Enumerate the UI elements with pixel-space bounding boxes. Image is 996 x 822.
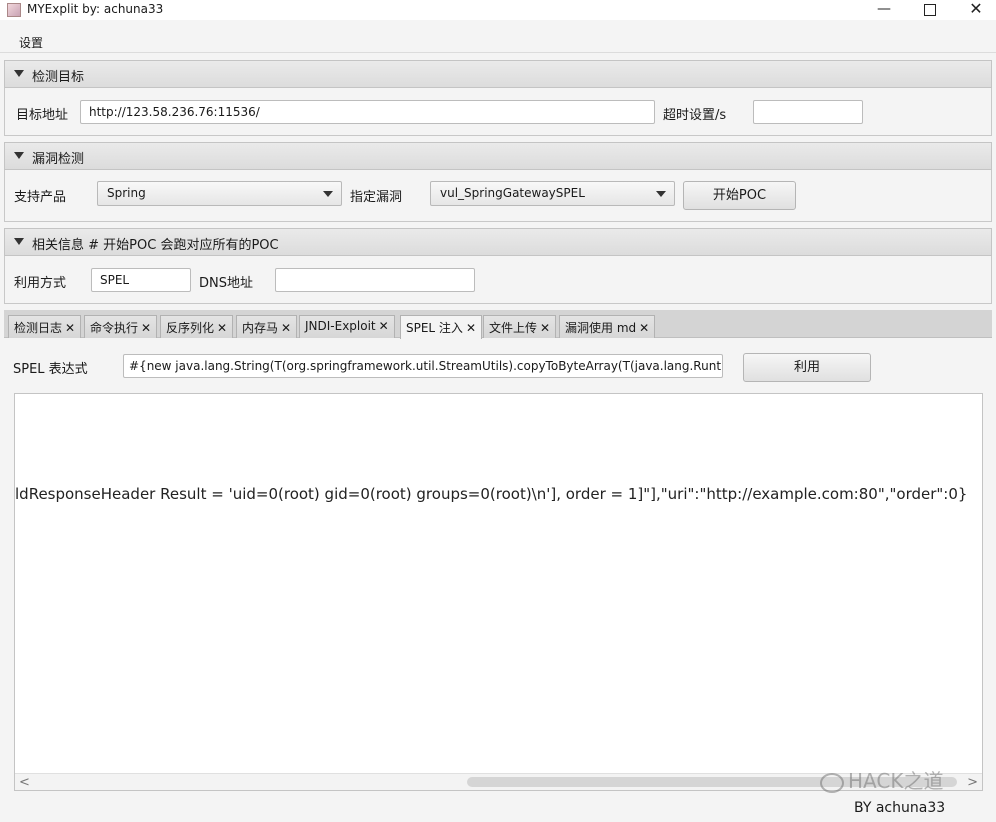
method-label: 利用方式 — [14, 276, 67, 291]
url-label: 目标地址 — [16, 108, 69, 123]
target-pane-header[interactable]: 检测目标 — [4, 60, 992, 88]
close-icon[interactable]: ✕ — [540, 321, 550, 335]
close-icon[interactable]: ✕ — [379, 319, 389, 333]
tab-label: SPEL 注入 — [406, 321, 463, 335]
tab-detection-log[interactable]: 检测日志 ✕ — [8, 315, 82, 338]
tab-label: 反序列化 — [166, 321, 215, 335]
vuln-select[interactable]: vul_SpringGatewaySPEL — [430, 181, 675, 206]
info-pane-title: 相关信息 # 开始POC 会跑对应所有的POC — [32, 238, 279, 253]
product-select[interactable]: Spring — [97, 181, 342, 206]
vuln-pane-header[interactable]: 漏洞检测 — [4, 142, 992, 170]
start-poc-button[interactable]: 开始POC — [683, 181, 796, 210]
tab-command-exec[interactable]: 命令执行 ✕ — [84, 315, 158, 338]
tab-deserialization[interactable]: 反序列化 ✕ — [160, 315, 234, 338]
dns-input[interactable] — [275, 268, 475, 292]
close-icon[interactable]: ✕ — [281, 321, 291, 335]
vuln-select-value: vul_SpringGatewaySPEL — [440, 186, 585, 200]
tab-spel-injection[interactable]: SPEL 注入 ✕ — [400, 315, 482, 339]
tab-label: 检测日志 — [14, 321, 63, 335]
tab-file-upload[interactable]: 文件上传 ✕ — [483, 315, 557, 338]
chevron-down-icon — [323, 191, 333, 197]
collapse-arrow-icon — [14, 152, 24, 159]
menu-settings[interactable]: 设置 — [19, 34, 43, 51]
close-button[interactable]: ✕ — [953, 0, 996, 20]
footer-credit: BY achuna33 — [854, 800, 946, 816]
scroll-right-icon[interactable]: > — [967, 775, 978, 790]
tab-label: JNDI-Exploit — [305, 319, 376, 333]
info-pane-header[interactable]: 相关信息 # 开始POC 会跑对应所有的POC — [4, 228, 992, 256]
product-select-value: Spring — [107, 186, 146, 200]
watermark: HACK之道 — [820, 765, 943, 794]
menu-bar: 设置 — [0, 28, 996, 53]
title-bar: MYExplit by: achuna33 — ✕ — [0, 0, 996, 20]
output-text: ldResponseHeader Result = 'uid=0(root) g… — [15, 485, 968, 503]
timeout-label: 超时设置/s — [663, 108, 727, 123]
dns-label: DNS地址 — [199, 276, 253, 291]
window-title: MYExplit by: achuna33 — [27, 2, 164, 16]
maximize-button[interactable] — [907, 0, 953, 20]
collapse-arrow-icon — [14, 238, 24, 245]
tab-label: 漏洞使用 md — [565, 321, 637, 335]
collapse-arrow-icon — [14, 70, 24, 77]
app-icon — [7, 3, 21, 17]
output-textarea[interactable]: ldResponseHeader Result = 'uid=0(root) g… — [14, 393, 983, 791]
close-icon[interactable]: ✕ — [466, 321, 476, 335]
maximize-icon — [924, 4, 936, 16]
spel-expression-input[interactable]: #{new java.lang.String(T(org.springframe… — [123, 354, 723, 378]
close-icon[interactable]: ✕ — [65, 321, 75, 335]
tab-vuln-usage-md[interactable]: 漏洞使用 md ✕ — [559, 315, 656, 338]
timeout-input[interactable] — [753, 100, 863, 124]
scroll-left-icon[interactable]: < — [19, 775, 30, 790]
chevron-down-icon — [656, 191, 666, 197]
vuln-pane-title: 漏洞检测 — [32, 152, 85, 167]
close-icon[interactable]: ✕ — [217, 321, 227, 335]
exploit-button[interactable]: 利用 — [743, 353, 871, 382]
wechat-icon — [820, 772, 844, 793]
tab-label: 内存马 — [242, 321, 279, 335]
method-input[interactable]: SPEL — [91, 268, 191, 292]
close-icon[interactable]: ✕ — [639, 321, 649, 335]
tab-jndi-exploit[interactable]: JNDI-Exploit ✕ — [299, 315, 395, 338]
tab-label: 文件上传 — [489, 321, 538, 335]
tab-label: 命令执行 — [90, 321, 139, 335]
close-icon[interactable]: ✕ — [141, 321, 151, 335]
minimize-button[interactable]: — — [861, 0, 907, 20]
url-input[interactable]: http://123.58.236.76:11536/ — [80, 100, 655, 124]
target-pane-title: 检测目标 — [32, 70, 85, 85]
tab-memshell[interactable]: 内存马 ✕ — [236, 315, 298, 338]
product-label: 支持产品 — [14, 190, 67, 205]
spel-expression-label: SPEL 表达式 — [13, 362, 88, 377]
vuln-label: 指定漏洞 — [350, 190, 403, 205]
